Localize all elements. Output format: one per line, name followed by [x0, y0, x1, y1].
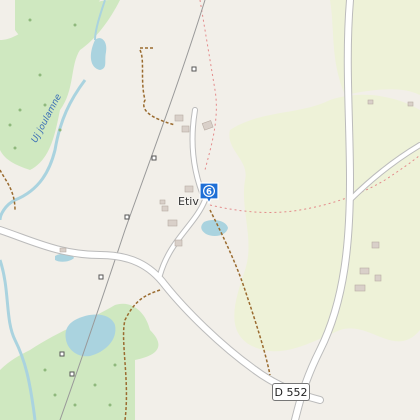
map-pin-icon: 6: [199, 182, 219, 205]
place-label: Etiv: [178, 195, 199, 208]
meadow-area-north: [330, 0, 420, 95]
map-view[interactable]: Etiv Uj joulamne D 552 6: [0, 0, 420, 420]
pond-village: [201, 220, 228, 236]
location-marker[interactable]: 6: [198, 181, 220, 205]
meadow-area: [229, 94, 420, 352]
map-canvas[interactable]: [0, 0, 420, 420]
marker-number: 6: [206, 187, 212, 197]
pond-north: [90, 38, 107, 70]
road-label: D 552: [272, 383, 310, 401]
